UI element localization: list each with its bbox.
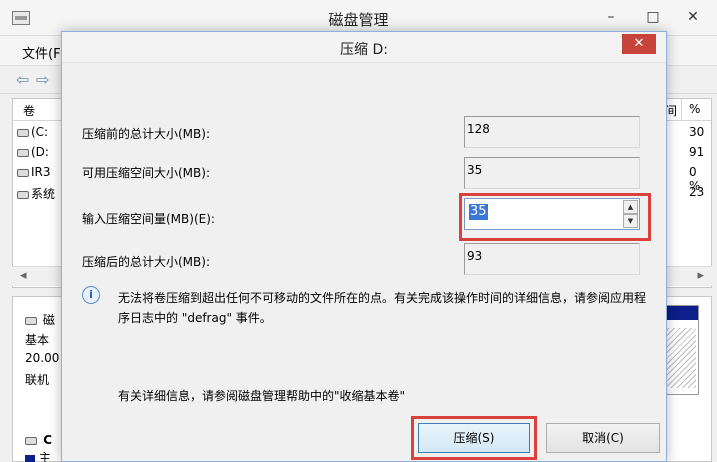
volume-name: 系统 bbox=[31, 187, 56, 201]
column-header-percent[interactable]: % bbox=[689, 102, 700, 116]
disk-label: 磁 bbox=[42, 313, 55, 327]
volume-percent-free: 91 bbox=[689, 145, 705, 159]
back-arrow-icon[interactable]: ⇦ bbox=[16, 70, 29, 89]
volume-row[interactable]: (D: bbox=[17, 145, 49, 159]
cdrom-label: C bbox=[43, 433, 52, 447]
disk-header[interactable]: 磁 bbox=[25, 311, 55, 328]
volume-row[interactable]: 系统 bbox=[17, 185, 55, 202]
cancel-button[interactable]: 取消(C) bbox=[546, 423, 660, 453]
total-before-label: 压缩前的总计大小(MB): bbox=[82, 127, 210, 141]
total-after-value: 93 bbox=[464, 243, 640, 275]
cdrom-header[interactable]: C bbox=[25, 433, 52, 447]
menu-file[interactable]: 文件(F bbox=[22, 43, 61, 62]
drive-icon bbox=[17, 168, 29, 177]
available-space-label: 可用压缩空间大小(MB): bbox=[82, 166, 210, 180]
disk-size: 20.00 bbox=[25, 351, 60, 365]
legend-swatch bbox=[25, 454, 35, 462]
shrink-dialog: 压缩 D: ✕ 压缩前的总计大小(MB): 128 可用压缩空间大小(MB): … bbox=[61, 31, 667, 462]
shrink-amount-label: 输入压缩空间量(MB)(E): bbox=[82, 212, 215, 226]
highlight-box-shrink-button bbox=[411, 416, 537, 460]
available-space-value: 35 bbox=[464, 157, 640, 189]
column-divider bbox=[681, 99, 682, 121]
legend-primary: 主 bbox=[25, 449, 51, 462]
volume-row[interactable]: (C: bbox=[17, 125, 48, 139]
legend-primary-label: 主 bbox=[38, 451, 51, 462]
volume-percent-free: 23 bbox=[689, 185, 705, 199]
volume-name: (C: bbox=[31, 125, 49, 139]
info-icon: i bbox=[82, 286, 100, 304]
dialog-title-bar: 压缩 D: ✕ bbox=[62, 32, 666, 63]
volume-name: (D: bbox=[31, 145, 49, 159]
forward-arrow-icon[interactable]: ⇨ bbox=[36, 70, 49, 89]
dialog-close-button[interactable]: ✕ bbox=[622, 34, 656, 54]
drive-icon bbox=[17, 148, 29, 157]
total-before-value: 128 bbox=[464, 116, 640, 148]
volume-percent-free: 30 bbox=[689, 125, 705, 139]
total-after-label: 压缩后的总计大小(MB): bbox=[82, 255, 210, 269]
column-header-volume[interactable]: 卷 bbox=[23, 102, 35, 119]
dialog-title: 压缩 D: bbox=[340, 42, 388, 58]
minimize-button[interactable]: – bbox=[598, 6, 624, 28]
drive-icon bbox=[17, 190, 29, 199]
dialog-body: 压缩前的总计大小(MB): 128 可用压缩空间大小(MB): 35 输入压缩空… bbox=[62, 63, 666, 461]
close-window-button[interactable]: ✕ bbox=[680, 6, 706, 28]
drive-icon bbox=[17, 128, 29, 137]
cdrom-icon bbox=[25, 436, 37, 445]
disk-type: 基本 bbox=[25, 333, 50, 347]
help-message: 有关详细信息，请参阅磁盘管理帮助中的"收缩基本卷" bbox=[118, 389, 406, 403]
volume-row[interactable]: IR3 bbox=[17, 165, 51, 179]
volume-name: IR3 bbox=[31, 165, 51, 179]
highlight-box-shrink-amount bbox=[459, 193, 651, 241]
disk-icon bbox=[25, 316, 37, 325]
scroll-left-icon[interactable]: ◂ bbox=[20, 268, 27, 283]
partition-hatch bbox=[664, 328, 696, 388]
maximize-button[interactable]: □ bbox=[640, 6, 666, 28]
scroll-right-icon[interactable]: ▸ bbox=[697, 268, 704, 283]
info-message: 无法将卷压缩到超出任何不可移动的文件所在的点。有关完成该操作时间的详细信息，请参… bbox=[118, 291, 647, 325]
disk-status: 联机 bbox=[25, 373, 50, 387]
